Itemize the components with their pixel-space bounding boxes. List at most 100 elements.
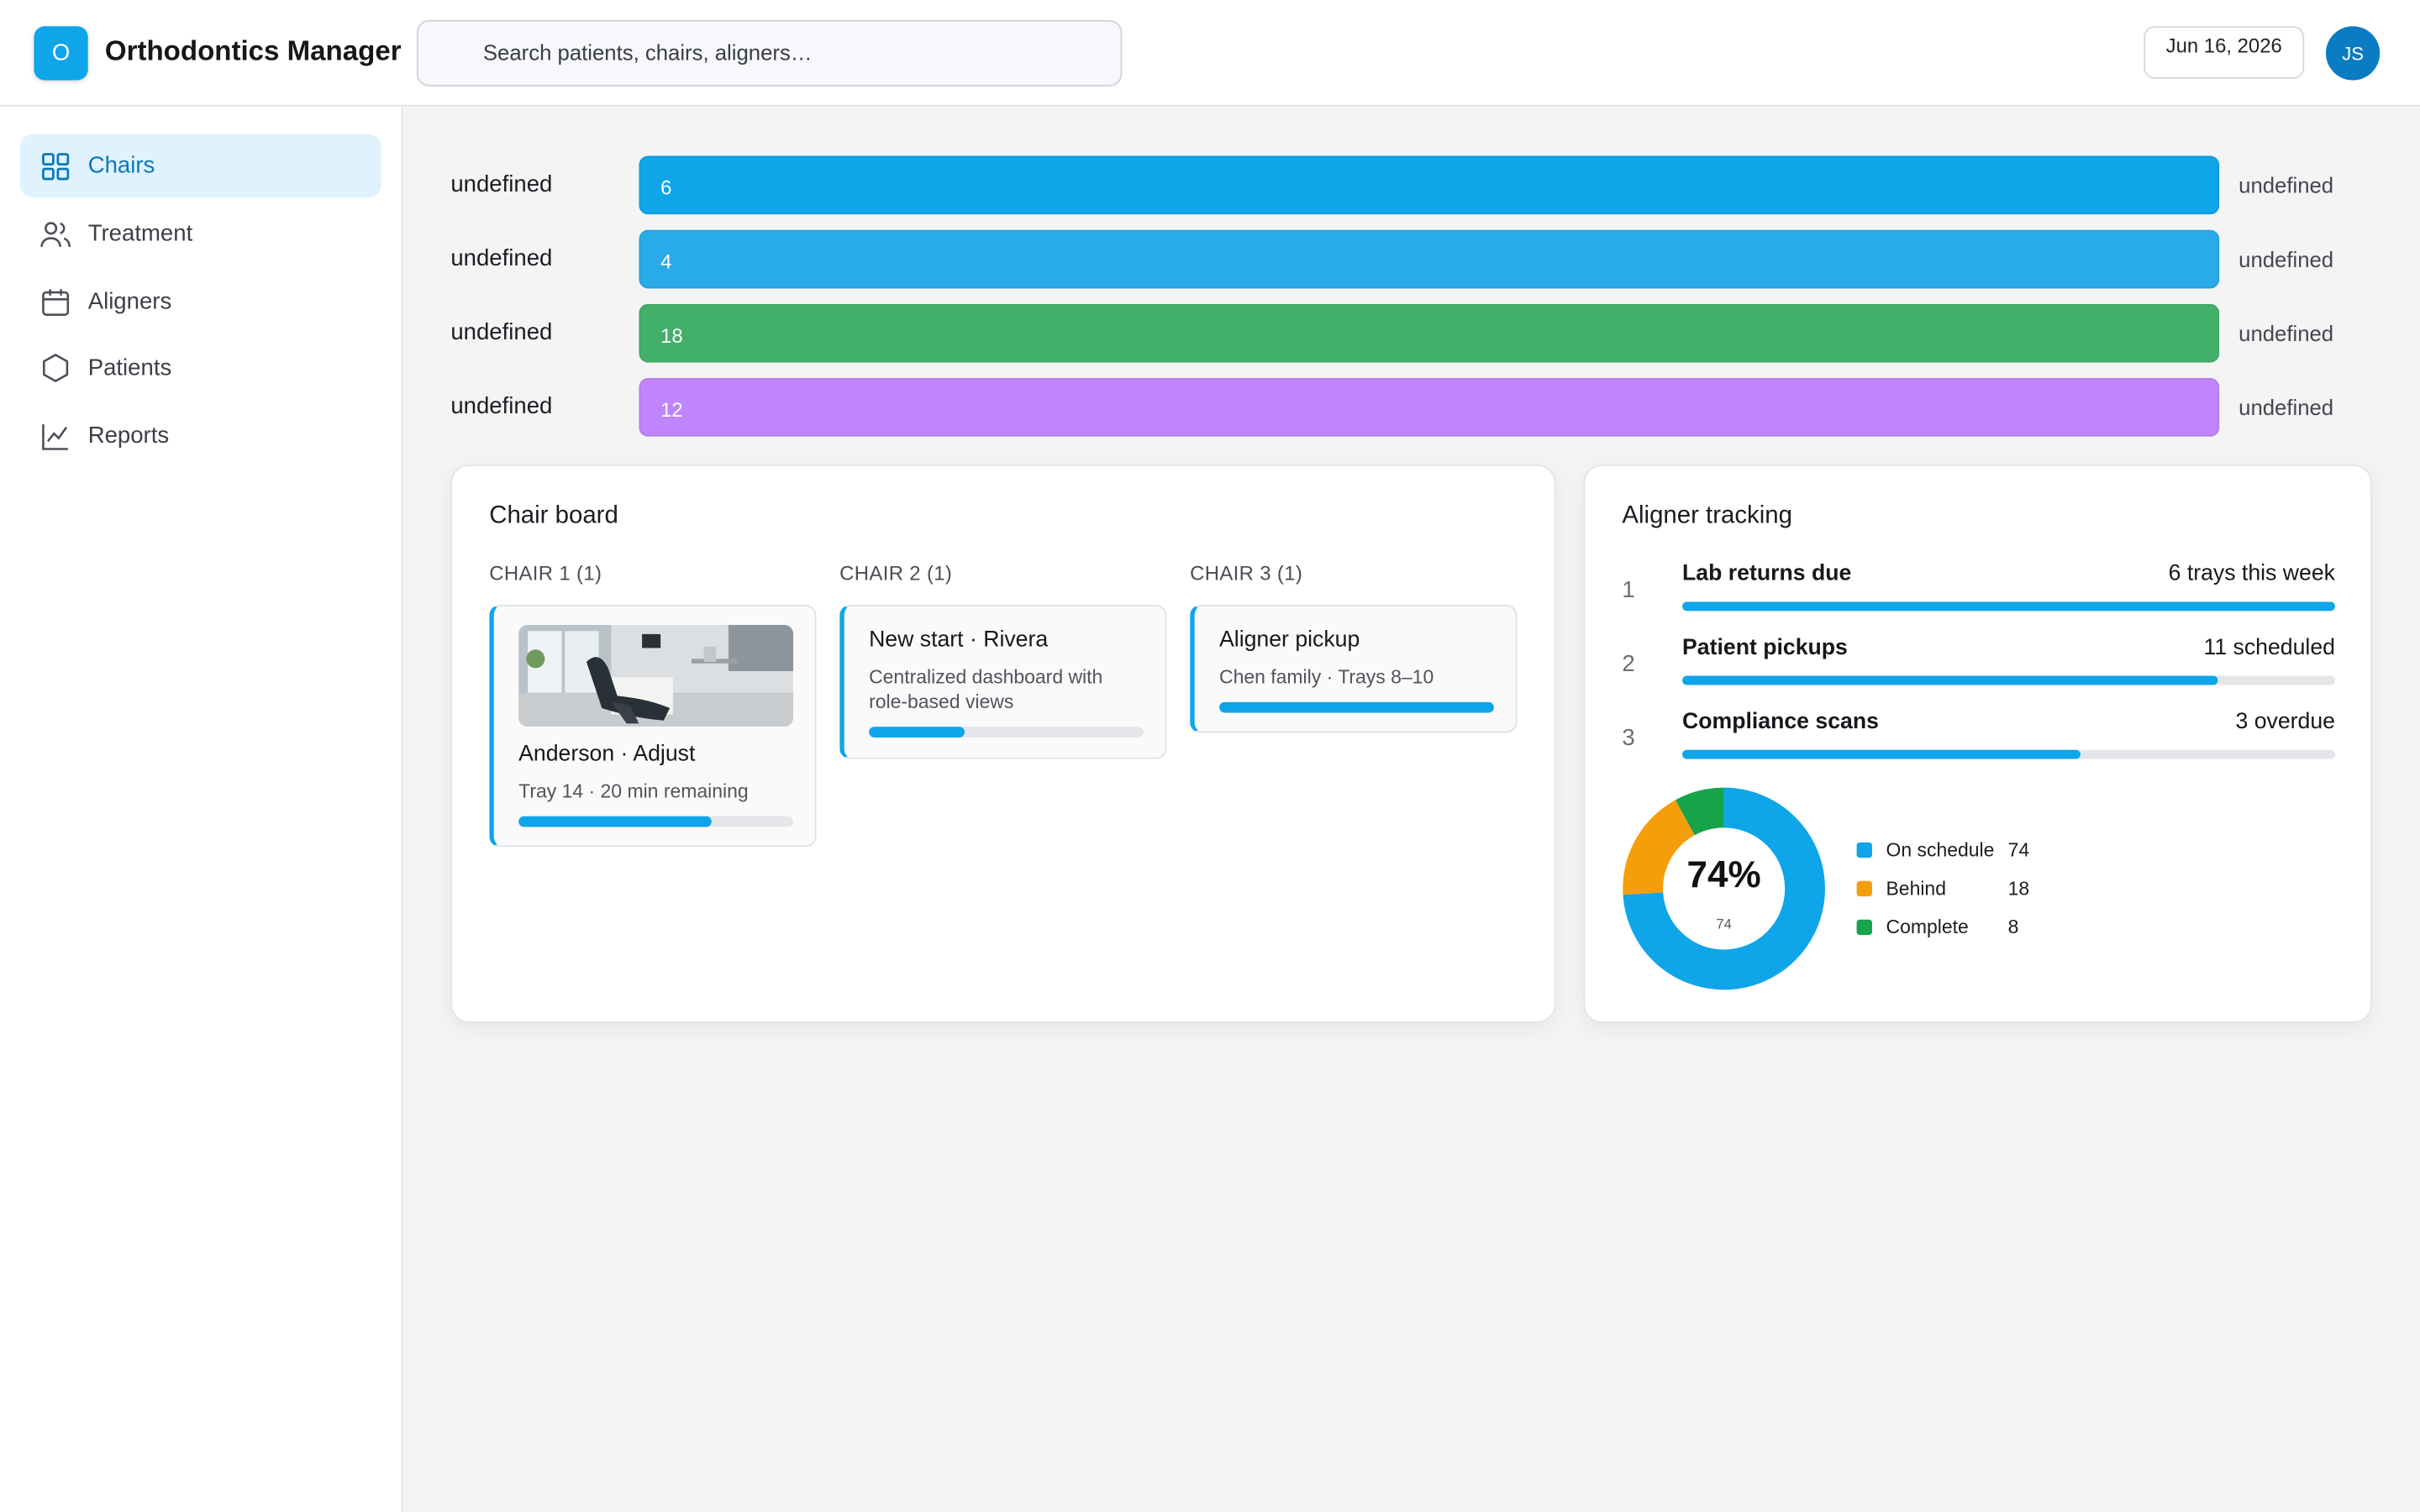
row-number: 3 — [1622, 725, 1635, 752]
top-header: O Orthodontics Manager Jun 16, 2026 JS — [0, 0, 2420, 107]
row-value: 3 overdue — [2235, 709, 2335, 735]
appointment-title: New start · Rivera — [869, 627, 1049, 653]
row-name: Lab returns due — [1682, 561, 1852, 586]
bar-label: undefined — [450, 171, 553, 198]
legend-label: Complete — [1886, 916, 1969, 938]
app-title: Orthodontics Manager — [104, 35, 402, 66]
card-title: Chair board — [489, 502, 618, 529]
progress-fill — [869, 727, 965, 738]
progress-fill — [1682, 601, 2335, 612]
sidebar-item-reports[interactable]: Reports — [20, 404, 381, 467]
tracking-row[interactable]: 3 Compliance scans 3 overdue — [1622, 710, 2335, 778]
bar-track: 6 — [639, 155, 2220, 215]
appointment-title: Anderson · Adjust — [518, 742, 696, 767]
bar-value: 12 — [660, 397, 683, 422]
appointment-progress — [518, 816, 794, 827]
bar-value: 6 — [660, 176, 672, 199]
legend-label: On schedule — [1886, 839, 1995, 861]
bar-label: undefined — [450, 319, 553, 346]
legend-swatch — [1856, 842, 1872, 858]
sidebar-item-patients[interactable]: Patients — [20, 336, 381, 399]
bar-fill: 6 — [639, 155, 2220, 215]
chair-column-header: CHAIR 2 (1) — [839, 561, 953, 585]
sidebar-item-label: Treatment — [87, 220, 193, 247]
user-avatar[interactable]: JS — [2325, 26, 2381, 81]
aligner-tracking-card: Aligner tracking 1 Lab returns due 6 tra… — [1583, 464, 2373, 1023]
sidebar-item-label: Patients — [87, 354, 172, 381]
legend-value: 74 — [2007, 839, 2030, 861]
chair-column-header: CHAIR 3 (1) — [1190, 561, 1303, 585]
stat-bar-row: undefined 18 undefined — [450, 302, 2333, 364]
row-progress — [1682, 675, 2335, 685]
appointment-card[interactable]: Anderson · Adjust Tray 14 · 20 min remai… — [489, 604, 817, 848]
appointment-subtitle: Tray 14 · 20 min remaining — [518, 780, 749, 803]
sidebar-item-label: Chairs — [87, 152, 155, 180]
dental-chair-photo — [518, 624, 794, 727]
appointment-subtitle: Chen family · Trays 8–10 — [1219, 666, 1434, 689]
row-progress — [1682, 749, 2335, 759]
bar-track: 4 — [639, 229, 2220, 289]
stat-bar-row: undefined 4 undefined — [450, 228, 2333, 290]
legend-value: 8 — [2007, 916, 2019, 938]
legend-value: 18 — [2007, 878, 2030, 900]
app-logo[interactable]: O — [34, 26, 88, 81]
appointment-progress — [869, 727, 1144, 738]
bar-fill: 18 — [639, 303, 2220, 363]
row-value: 11 scheduled — [2203, 635, 2335, 661]
sidebar-item-chairs[interactable]: Chairs — [19, 134, 381, 198]
appointment-subtitle: Centralized dashboard with role-based vi… — [869, 666, 1103, 713]
bar-track: 18 — [639, 303, 2220, 363]
progress-fill — [518, 816, 711, 827]
appointment-card[interactable]: New start · Rivera Centralized dashboard… — [839, 604, 1167, 759]
date-button[interactable]: Jun 16, 2026 — [2144, 26, 2305, 79]
bar-right-label: undefined — [2238, 395, 2334, 420]
tracking-row[interactable]: 1 Lab returns due 6 trays this week — [1622, 562, 2335, 630]
bar-label: undefined — [450, 245, 553, 272]
sidebar: Chairs Treatment Aligners Patients Repor… — [0, 106, 403, 1512]
row-progress — [1682, 601, 2335, 612]
sidebar-item-aligners[interactable]: Aligners — [20, 270, 381, 333]
status-donut-chart: 74% 74 — [1622, 787, 1825, 990]
search-box[interactable] — [416, 19, 1123, 87]
grid-icon — [40, 150, 71, 181]
bar-right-label: undefined — [2238, 246, 2334, 272]
donut-center-sub: 74 — [1716, 916, 1732, 932]
bar-right-label: undefined — [2238, 172, 2334, 198]
card-title: Aligner tracking — [1622, 502, 1792, 529]
row-number: 1 — [1622, 576, 1635, 604]
stat-bar-row: undefined 6 undefined — [450, 155, 2333, 216]
bar-value: 18 — [660, 323, 683, 348]
progress-fill — [1682, 749, 2081, 759]
row-name: Compliance scans — [1682, 709, 1879, 735]
hexagon-icon — [40, 353, 71, 384]
row-number: 2 — [1622, 651, 1635, 678]
sidebar-item-label: Aligners — [87, 288, 172, 315]
legend-swatch — [1856, 880, 1872, 897]
appointment-title: Aligner pickup — [1219, 627, 1360, 653]
appointment-card[interactable]: Aligner pickup Chen family · Trays 8–10 — [1190, 604, 1518, 733]
calendar-icon — [40, 286, 71, 318]
app-root: O Orthodontics Manager Jun 16, 2026 JS C… — [0, 0, 2420, 1512]
progress-fill — [1682, 675, 2218, 685]
bar-fill: 12 — [639, 377, 2220, 437]
appointment-progress — [1219, 701, 1494, 713]
chair-board-card: Chair board CHAIR 1 (1) CHAIR 2 (1) CHAI… — [450, 464, 1556, 1023]
bar-label: undefined — [450, 393, 553, 420]
bar-fill: 4 — [639, 229, 2220, 289]
legend-label: Behind — [1886, 878, 1947, 900]
donut-center-value: 74% — [1686, 854, 1761, 897]
progress-fill — [1219, 701, 1494, 713]
users-icon — [40, 218, 71, 249]
legend-swatch — [1856, 919, 1872, 936]
sidebar-item-treatment[interactable]: Treatment — [20, 202, 381, 265]
bar-value: 4 — [660, 249, 672, 274]
bar-right-label: undefined — [2238, 321, 2334, 346]
search-input[interactable] — [482, 39, 1101, 66]
stat-bar-row: undefined 12 undefined — [450, 376, 2333, 438]
line-chart-icon — [40, 421, 71, 452]
sidebar-item-label: Reports — [87, 423, 170, 449]
bar-track: 12 — [639, 377, 2220, 437]
chair-column-header: CHAIR 1 (1) — [489, 561, 602, 585]
tracking-row[interactable]: 2 Patient pickups 11 scheduled — [1622, 636, 2335, 704]
row-name: Patient pickups — [1682, 635, 1848, 661]
